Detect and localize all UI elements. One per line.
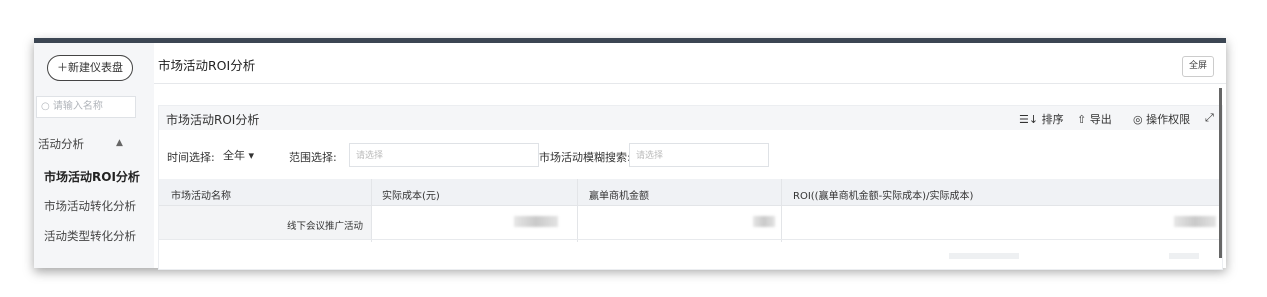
sidebar-item-roi-analysis[interactable]: 市场活动ROI分析 (44, 168, 140, 185)
column-header[interactable]: 市场活动名称 (171, 187, 231, 202)
dashboard-search-input[interactable]: ○ 请输入名称 (36, 96, 136, 118)
range-filter-label: 范围选择: (289, 151, 337, 164)
redacted-amount-value (753, 216, 775, 227)
sort-button[interactable]: ☰↓ 排序 (1019, 111, 1064, 127)
sidebar: ＋新建仪表盘 ○ 请输入名称 活动分析 ▲ 市场活动ROI分析 市场活动转化分析… (34, 43, 154, 268)
time-select[interactable]: 全年 ▾ (217, 145, 283, 167)
activity-name: 线下会议推广活动 (287, 221, 364, 232)
sidebar-item-conversion-analysis[interactable]: 市场活动转化分析 (44, 198, 136, 214)
collapse-caret-icon[interactable]: ▲ (116, 138, 123, 148)
column-header[interactable]: ROI((赢单商机金额-实际成本)/实际成本) (793, 187, 973, 202)
column-header[interactable]: 赢单商机金额 (589, 187, 649, 202)
new-dashboard-button[interactable]: ＋新建仪表盘 (47, 55, 133, 81)
activity-search-label: 市场活动模糊搜索: (539, 151, 631, 164)
page-title: 市场活动ROI分析 (158, 58, 256, 73)
redacted-roi-value (1174, 216, 1216, 227)
pagination-placeholder (949, 253, 1019, 259)
table-row[interactable]: 线下会议推广活动 (159, 206, 1222, 240)
expand-icon[interactable]: ⤢ (1205, 111, 1214, 125)
app-window: ＋新建仪表盘 ○ 请输入名称 活动分析 ▲ 市场活动ROI分析 市场活动转化分析… (34, 38, 1226, 270)
permission-button[interactable]: ◎ 操作权限 (1133, 111, 1190, 127)
export-button[interactable]: ⇧ 导出 (1077, 111, 1112, 127)
row-name-cell: 线下会议推广活动 (159, 206, 371, 239)
panel-title: 市场活动ROI分析 (166, 113, 260, 127)
dashboard-header: 市场活动ROI分析 全屏 (154, 43, 1226, 84)
sidebar-item-type-conversion[interactable]: 活动类型转化分析 (44, 228, 136, 244)
panel-header: 市场活动ROI分析 ☰↓ 排序 ⇧ 导出 ◎ 操作权限 ⤢ (159, 106, 1222, 130)
column-header[interactable]: 实际成本(元) (382, 187, 440, 202)
table-header: 市场活动名称 实际成本(元) 赢单商机金额 ROI((赢单商机金额-实际成本)/… (159, 179, 1222, 206)
report-panel: 市场活动ROI分析 ☰↓ 排序 ⇧ 导出 ◎ 操作权限 ⤢ 时间选择: 全年 ▾… (158, 105, 1223, 270)
sidebar-group-activity-analysis[interactable]: 活动分析 (38, 136, 84, 152)
time-filter-label: 时间选择: (167, 151, 215, 164)
range-select-input[interactable]: 请选择 (349, 143, 539, 167)
vertical-scrollbar[interactable] (1219, 88, 1222, 258)
redacted-cost-value (514, 216, 558, 227)
fullscreen-button[interactable]: 全屏 (1182, 56, 1214, 77)
activity-search-input[interactable]: 请选择 (629, 143, 769, 167)
pagination-placeholder (1169, 253, 1199, 259)
